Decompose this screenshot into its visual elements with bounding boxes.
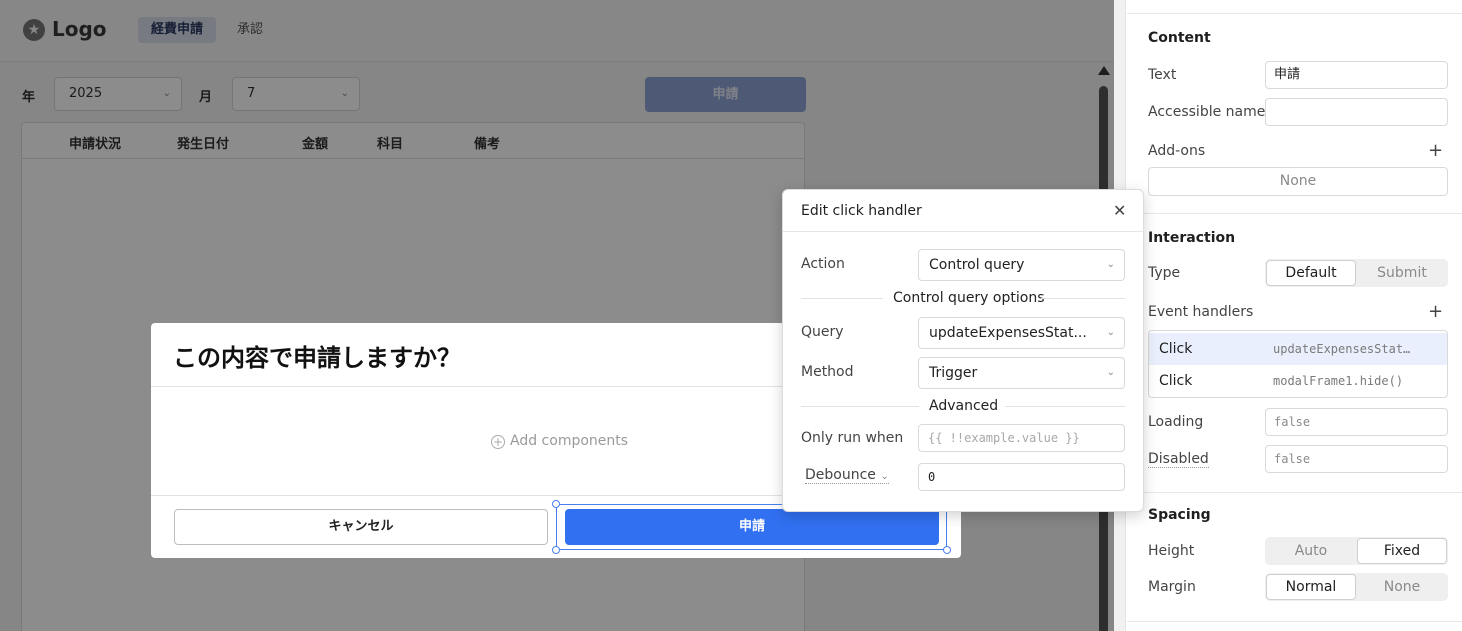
height-label: Height <box>1148 543 1195 559</box>
event-handler-list: Click updateExpensesStat… Click modalFra… <box>1148 330 1448 398</box>
action-select[interactable]: Control query ⌄ <box>918 249 1125 281</box>
add-addon-icon[interactable]: + <box>1428 140 1443 161</box>
options-section-title: Control query options <box>893 290 1045 306</box>
loading-label: Loading <box>1148 414 1204 430</box>
advanced-section-divider: Advanced <box>801 398 1125 414</box>
type-toggle: Default Submit <box>1265 259 1448 287</box>
event-handler-row[interactable]: Click updateExpensesStat… <box>1149 333 1447 365</box>
modal-title: この内容で申請しますか？ <box>173 344 461 372</box>
handler-event: Click <box>1159 341 1193 357</box>
addons-empty[interactable]: None <box>1148 167 1448 196</box>
text-field[interactable]: 申請 <box>1265 61 1448 89</box>
handler-query: updateExpensesStat… <box>1273 342 1411 356</box>
only-run-when-label: Only run when <box>801 430 904 446</box>
margin-none-option[interactable]: None <box>1357 574 1447 600</box>
margin-toggle: Normal None <box>1265 573 1448 601</box>
type-submit-option[interactable]: Submit <box>1357 260 1447 286</box>
resize-handle[interactable] <box>552 546 560 554</box>
event-handlers-label: Event handlers <box>1148 304 1254 320</box>
options-section-divider: Control query options <box>801 290 1125 306</box>
divider <box>1127 213 1462 214</box>
chevron-down-icon: ⌄ <box>1106 259 1115 270</box>
loading-field[interactable]: false <box>1265 408 1448 436</box>
chevron-down-icon: ⌄ <box>1106 367 1115 378</box>
addons-label: Add-ons <box>1148 143 1206 159</box>
divider <box>801 406 919 407</box>
spacing-section-title: Spacing <box>1148 507 1211 523</box>
action-label: Action <box>801 256 845 272</box>
plus-circle-icon: + <box>491 435 505 449</box>
content-section-title: Content <box>1148 30 1211 46</box>
text-label: Text <box>1148 67 1177 83</box>
divider <box>1005 406 1125 407</box>
divider <box>783 231 1143 232</box>
height-toggle: Auto Fixed <box>1265 537 1448 565</box>
divider <box>1127 621 1462 622</box>
resize-handle[interactable] <box>943 546 951 554</box>
debounce-field[interactable]: 0 <box>918 463 1125 491</box>
edit-click-handler-popover: Edit click handler ✕ Action Control quer… <box>782 189 1144 512</box>
event-handler-row[interactable]: Click modalFrame1.hide() <box>1149 365 1447 397</box>
margin-label: Margin <box>1148 579 1196 595</box>
method-select[interactable]: Trigger ⌄ <box>918 357 1125 389</box>
add-event-handler-icon[interactable]: + <box>1428 301 1443 322</box>
query-select-value: updateExpensesStat... <box>929 325 1087 341</box>
handler-query: modalFrame1.hide() <box>1273 374 1404 388</box>
accessible-name-field[interactable] <box>1265 98 1448 126</box>
submit-button[interactable]: 申請 <box>565 509 939 545</box>
divider <box>1127 13 1462 14</box>
popover-title: Edit click handler <box>801 203 922 219</box>
height-auto-option[interactable]: Auto <box>1266 538 1356 564</box>
chevron-down-icon: ⌄ <box>880 471 889 482</box>
disabled-field[interactable]: false <box>1265 445 1448 473</box>
query-select[interactable]: updateExpensesStat... ⌄ <box>918 317 1125 349</box>
add-components-button[interactable]: + Add components <box>491 433 628 449</box>
disabled-label: Disabled <box>1148 451 1209 468</box>
action-select-value: Control query <box>929 257 1025 273</box>
method-select-value: Trigger <box>929 365 978 381</box>
interaction-section-title: Interaction <box>1148 230 1236 246</box>
debounce-label: Debounce <box>805 467 876 483</box>
divider <box>1127 492 1462 493</box>
method-label: Method <box>801 364 854 380</box>
debounce-toggle[interactable]: Debounce ⌄ <box>805 467 889 484</box>
only-run-when-field[interactable]: {{ !!example.value }} <box>918 424 1125 452</box>
type-label: Type <box>1148 265 1181 281</box>
divider <box>1041 298 1125 299</box>
type-default-option[interactable]: Default <box>1266 260 1356 286</box>
chevron-down-icon: ⌄ <box>1106 327 1115 338</box>
resize-handle[interactable] <box>552 500 560 508</box>
height-fixed-option[interactable]: Fixed <box>1357 538 1447 564</box>
divider <box>801 298 883 299</box>
accessible-name-label: Accessible name <box>1148 104 1266 120</box>
margin-normal-option[interactable]: Normal <box>1266 574 1356 600</box>
close-icon[interactable]: ✕ <box>1113 201 1126 220</box>
handler-event: Click <box>1159 373 1193 389</box>
query-label: Query <box>801 324 844 340</box>
cancel-button[interactable]: キャンセル <box>174 509 548 545</box>
advanced-section-title: Advanced <box>929 398 999 414</box>
add-components-label: Add components <box>510 433 629 449</box>
